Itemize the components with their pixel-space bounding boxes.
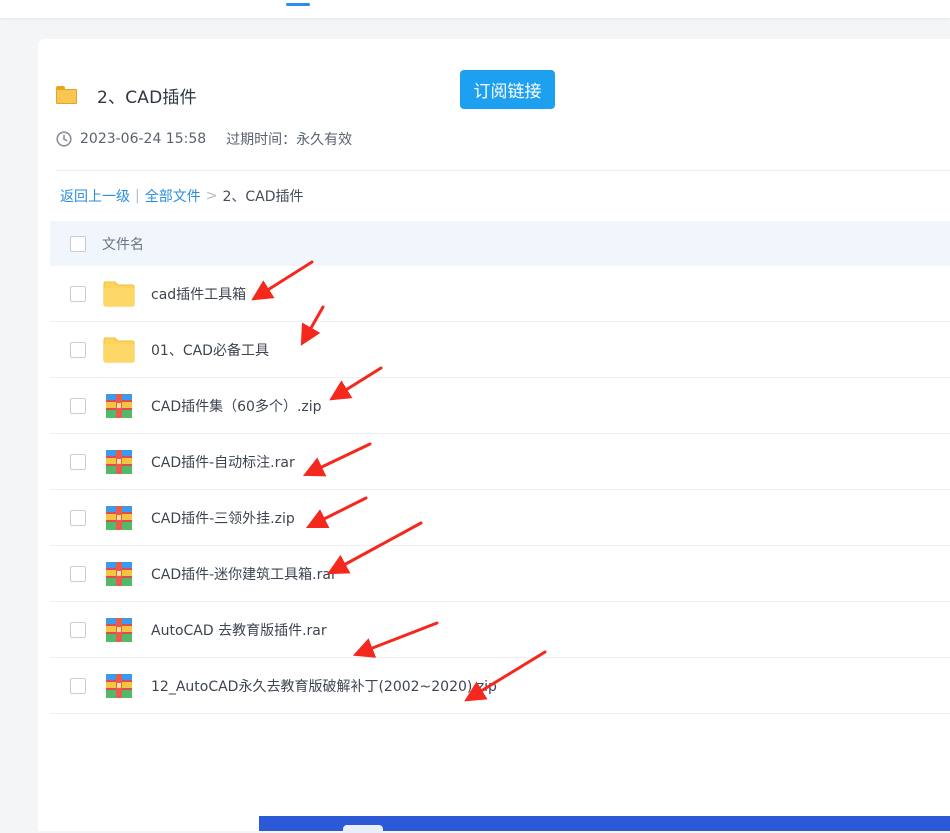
- share-date: 2023-06-24 15:58: [80, 131, 207, 147]
- row-checkbox[interactable]: [70, 509, 86, 526]
- expiry-text: 过期时间：永久有效: [226, 132, 353, 148]
- archive-icon: [103, 560, 135, 588]
- file-name[interactable]: AutoCAD 去教育版插件.rar: [151, 620, 327, 640]
- file-list: cad插件工具箱 01、CAD必备工具 CAD插件集（60多个）.zip CAD…: [50, 266, 950, 714]
- breadcrumb-separator: |: [135, 188, 140, 204]
- file-table-header: 文件名: [50, 221, 950, 266]
- file-name[interactable]: cad插件工具箱: [151, 284, 246, 304]
- archive-icon: [103, 448, 135, 476]
- top-navigation-bar: [0, 0, 950, 18]
- share-meta: 2023-06-24 15:58 过期时间：永久有效: [56, 129, 352, 149]
- bottom-banner: [259, 816, 950, 833]
- folder-icon: [103, 280, 135, 308]
- row-checkbox[interactable]: [70, 565, 86, 582]
- folder-icon: [103, 336, 135, 364]
- row-checkbox[interactable]: [70, 341, 86, 358]
- table-row[interactable]: CAD插件-自动标注.rar: [50, 434, 950, 490]
- banner-tab: [343, 825, 383, 833]
- breadcrumb-current: 2、CAD插件: [222, 189, 304, 205]
- row-checkbox[interactable]: [70, 621, 86, 638]
- archive-icon: [103, 616, 135, 644]
- share-panel: 2、CAD插件 订阅链接 2023-06-24 15:58 过期时间：永久有效 …: [38, 39, 950, 831]
- row-checkbox[interactable]: [70, 285, 86, 302]
- folder-header: 2、CAD插件: [56, 75, 197, 115]
- file-name[interactable]: 01、CAD必备工具: [151, 340, 269, 360]
- archive-icon: [103, 392, 135, 420]
- all-files-link[interactable]: 全部文件: [145, 186, 201, 206]
- back-link[interactable]: 返回上一级: [60, 186, 130, 206]
- table-row[interactable]: 01、CAD必备工具: [50, 322, 950, 378]
- file-name[interactable]: CAD插件-迷你建筑工具箱.rar: [151, 564, 337, 584]
- subscribe-link-button[interactable]: 订阅链接: [460, 70, 555, 109]
- table-row[interactable]: AutoCAD 去教育版插件.rar: [50, 602, 950, 658]
- active-tab-indicator: [286, 3, 310, 6]
- table-row[interactable]: cad插件工具箱: [50, 266, 950, 322]
- archive-icon: [103, 504, 135, 532]
- table-row[interactable]: CAD插件-三领外挂.zip: [50, 490, 950, 546]
- row-checkbox[interactable]: [70, 397, 86, 414]
- folder-title: 2、CAD插件: [97, 87, 197, 108]
- table-row[interactable]: CAD插件集（60多个）.zip: [50, 378, 950, 434]
- table-row[interactable]: 12_AutoCAD永久去教育版破解补丁(2002~2020).zip: [50, 658, 950, 714]
- file-name[interactable]: 12_AutoCAD永久去教育版破解补丁(2002~2020).zip: [151, 676, 497, 696]
- file-name[interactable]: CAD插件-三领外挂.zip: [151, 508, 295, 528]
- breadcrumb-chevron: >: [205, 188, 218, 204]
- select-all-checkbox[interactable]: [70, 235, 86, 252]
- row-checkbox[interactable]: [70, 677, 86, 694]
- divider: [56, 170, 950, 171]
- column-filename: 文件名: [102, 236, 144, 253]
- breadcrumb: 返回上一级 | 全部文件 > 2、CAD插件: [60, 186, 304, 206]
- archive-icon: [103, 672, 135, 700]
- clock-icon: [56, 131, 72, 147]
- row-checkbox[interactable]: [70, 453, 86, 470]
- folder-icon: [56, 86, 77, 104]
- file-name[interactable]: CAD插件-自动标注.rar: [151, 452, 295, 472]
- file-name[interactable]: CAD插件集（60多个）.zip: [151, 396, 322, 416]
- table-row[interactable]: CAD插件-迷你建筑工具箱.rar: [50, 546, 950, 602]
